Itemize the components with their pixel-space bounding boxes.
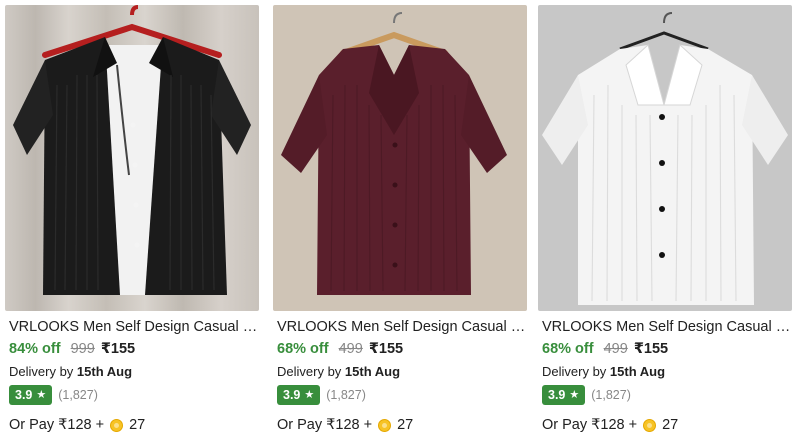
star-icon: ★ — [304, 389, 315, 401]
selling-price: ₹155 — [100, 341, 136, 357]
delivery-date: 15th Aug — [609, 364, 666, 379]
rating-row: 3.9 ★ (1,827) — [9, 384, 98, 406]
product-image[interactable] — [538, 5, 792, 311]
rating-badge: 3.9 ★ — [9, 385, 53, 405]
delivery-prefix: Delivery by — [542, 364, 607, 379]
rating-row: 3.9 ★ (1,827) — [277, 384, 366, 406]
rating-value: 3.9 — [15, 388, 33, 402]
product-card[interactable]: VRLOOKS Men Self Design Casual Ma... 68%… — [273, 0, 531, 436]
delivery-prefix: Delivery by — [9, 364, 74, 379]
rating-row: 3.9 ★ (1,827) — [542, 384, 631, 406]
delivery-info: Delivery by 15th Aug — [277, 364, 400, 380]
supercoin-offer: Or Pay ₹128 + 27 — [9, 416, 145, 434]
rating-value: 3.9 — [548, 388, 566, 402]
delivery-date: 15th Aug — [76, 364, 133, 379]
rating-count: (1,827) — [58, 388, 98, 402]
coin-count: 27 — [397, 417, 414, 433]
coin-count: 27 — [662, 417, 679, 433]
coin-count: 27 — [129, 417, 146, 433]
delivery-info: Delivery by 15th Aug — [9, 364, 132, 380]
price-row: 84% off 999 ₹155 — [9, 340, 135, 358]
rating-count: (1,827) — [326, 388, 366, 402]
product-title[interactable]: VRLOOKS Men Self Design Casual Bla... — [9, 318, 259, 336]
original-price: 499 — [603, 341, 628, 357]
delivery-prefix: Delivery by — [277, 364, 342, 379]
supercoin-icon — [110, 418, 124, 432]
delivery-info: Delivery by 15th Aug — [542, 364, 665, 380]
product-title[interactable]: VRLOOKS Men Self Design Casual Ma... — [277, 318, 527, 336]
product-grid: VRLOOKS Men Self Design Casual Bla... 84… — [0, 0, 800, 436]
price-row: 68% off 499 ₹155 — [542, 340, 668, 358]
delivery-date: 15th Aug — [344, 364, 401, 379]
product-image[interactable] — [5, 5, 259, 311]
product-card[interactable]: VRLOOKS Men Self Design Casual Whi... 68… — [538, 0, 796, 436]
supercoin-offer: Or Pay ₹128 + 27 — [542, 416, 678, 434]
rating-badge: 3.9 ★ — [542, 385, 586, 405]
product-title[interactable]: VRLOOKS Men Self Design Casual Whi... — [542, 318, 792, 336]
product-card[interactable]: VRLOOKS Men Self Design Casual Bla... 84… — [5, 0, 263, 436]
original-price: 999 — [70, 341, 95, 357]
rating-value: 3.9 — [283, 388, 301, 402]
price-row: 68% off 499 ₹155 — [277, 340, 403, 358]
discount-label: 84% off — [9, 341, 61, 357]
original-price: 499 — [338, 341, 363, 357]
discount-label: 68% off — [542, 341, 594, 357]
rating-badge: 3.9 ★ — [277, 385, 321, 405]
discount-label: 68% off — [277, 341, 329, 357]
supercoin-offer: Or Pay ₹128 + 27 — [277, 416, 413, 434]
product-image[interactable] — [273, 5, 527, 311]
selling-price: ₹155 — [633, 341, 669, 357]
pay-label: Or Pay ₹128 + — [277, 417, 373, 433]
star-icon: ★ — [36, 389, 47, 401]
pay-label: Or Pay ₹128 + — [9, 417, 105, 433]
pay-label: Or Pay ₹128 + — [542, 417, 638, 433]
star-icon: ★ — [569, 389, 580, 401]
rating-count: (1,827) — [591, 388, 631, 402]
supercoin-icon — [378, 418, 392, 432]
supercoin-icon — [643, 418, 657, 432]
selling-price: ₹155 — [368, 341, 404, 357]
